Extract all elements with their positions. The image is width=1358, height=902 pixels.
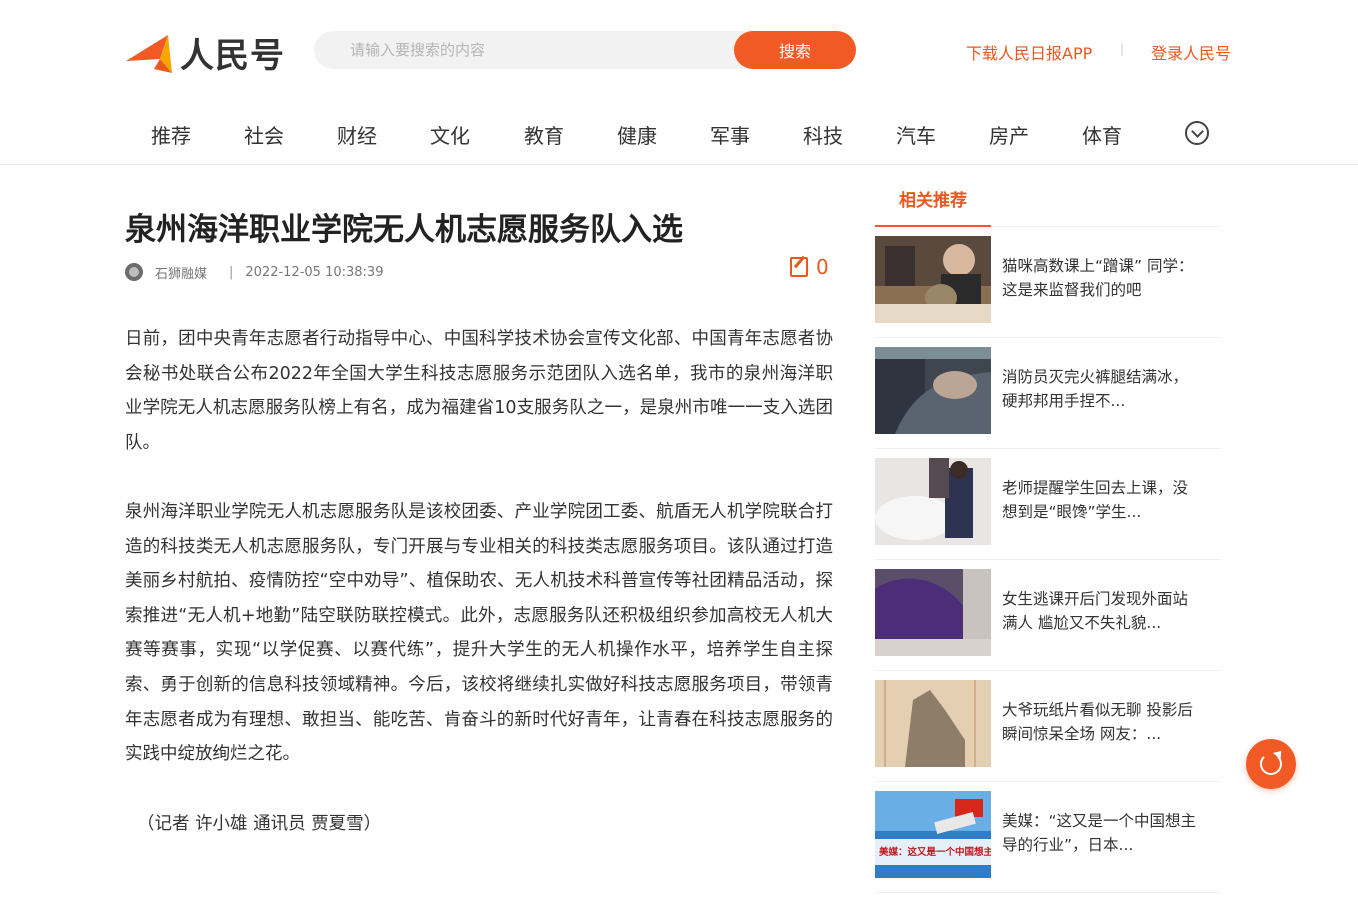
logo[interactable]: 人民号 [124,28,294,76]
nav-item-society[interactable]: 社会 [244,120,284,149]
publish-datetime: 2022-12-05 10:38:39 [245,264,384,280]
recommend-title: 女生逃课开后门发现外面站满人 尴尬又不失礼貌... [1002,590,1189,632]
source-name[interactable]: 石狮融媒 [155,263,207,282]
recommend-title: 猫咪高数课上“蹭课” 同学：这是来监督我们的吧 [1002,257,1194,299]
refresh-icon[interactable] [1246,739,1296,789]
nav-item-auto[interactable]: 汽车 [896,120,936,149]
search-button[interactable]: 搜索 [734,31,856,69]
article-credit: （记者 许小雄 通讯员 贾夏雪） [137,814,382,834]
recommend-title: 美媒：“这又是一个中国想主导的行业”，日本... [1002,812,1197,854]
nav-item-military[interactable]: 军事 [710,120,750,149]
nav-item-culture[interactable]: 文化 [430,120,470,149]
recommend-title: 老师提醒学生回去上课，没想到是“眼馋”学生... [1002,479,1189,521]
category-nav: 推荐 社会 财经 文化 教育 健康 军事 科技 汽车 房产 体育 [0,100,1358,165]
logo-mark-icon [124,29,174,75]
download-app-link[interactable]: 下载人民日报APP [966,40,1092,64]
tab-related-recommend[interactable]: 相关推荐 [875,187,991,227]
recommend-title: 消防员灭完火裤腿结满冰，硬邦邦用手捏不... [1002,368,1189,410]
source-avatar[interactable] [125,263,143,281]
article-paragraph: 泉州海洋职业学院无人机志愿服务队是该校团委、产业学院团工委、航盾无人机学院联合打… [125,502,833,765]
nav-item-finance[interactable]: 财经 [337,120,377,149]
comment-button[interactable]: 0 [790,255,829,279]
thumbnail-image [875,458,991,545]
site-header: 人民号 搜索 下载人民日报APP | 登录人民号 [0,0,1358,100]
article-title: 泉州海洋职业学院无人机志愿服务队入选 [125,212,683,248]
chevron-down-circle-icon[interactable] [1185,121,1209,145]
nav-item-tech[interactable]: 科技 [803,120,843,149]
nav-item-education[interactable]: 教育 [524,120,564,149]
edit-comment-icon [790,257,808,277]
nav-item-health[interactable]: 健康 [617,120,657,149]
comment-count: 0 [816,255,829,279]
recommend-item[interactable]: 女生逃课开后门发现外面站满人 尴尬又不失礼貌... [875,560,1221,671]
search-input[interactable] [314,31,744,69]
thumbnail-overlay-text: 美媒：这又是一个中国想主导的行业 [878,846,991,858]
thumbnail-image [875,680,991,767]
article-meta: 石狮融媒 | 2022-12-05 10:38:39 [125,262,383,282]
thumbnail-image [875,569,991,656]
meta-separator: | [229,264,234,280]
recommend-item[interactable]: 猫咪高数课上“蹭课” 同学：这是来监督我们的吧 [875,227,1221,338]
recommend-title: 大爷玩纸片看似无聊 投影后瞬间惊呆全场 网友：... [1002,701,1193,743]
recommend-item[interactable]: 消防员灭完火裤腿结满冰，硬邦邦用手捏不... [875,338,1221,449]
recommend-item[interactable]: 大爷玩纸片看似无聊 投影后瞬间惊呆全场 网友：... [875,671,1221,782]
recommend-item[interactable]: 老师提醒学生回去上课，没想到是“眼馋”学生... [875,449,1221,560]
thumbnail-image [875,236,991,323]
nav-item-sports[interactable]: 体育 [1082,120,1122,149]
thumbnail-image: 美媒：这又是一个中国想主导的行业 [875,791,991,878]
thumbnail-image [875,347,991,434]
nav-item-realestate[interactable]: 房产 [989,120,1029,149]
search-box: 搜索 [314,31,856,69]
recommend-item[interactable]: 美媒：这又是一个中国想主导的行业 美媒：“这又是一个中国想主导的行业”，日本..… [875,782,1221,893]
header-separator: | [1120,42,1125,56]
logo-text: 人民号 [180,35,285,76]
article-paragraph: 日前，团中央青年志愿者行动指导中心、中国科学技术协会宣传文化部、中国青年志愿者协… [125,329,833,453]
login-link[interactable]: 登录人民号 [1151,40,1231,64]
nav-item-recommend[interactable]: 推荐 [151,120,191,149]
